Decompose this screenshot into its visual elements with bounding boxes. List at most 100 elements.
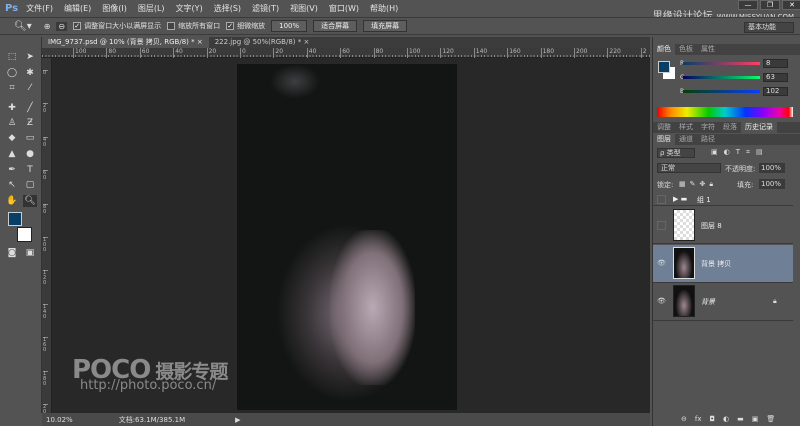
- tab-img-9737[interactable]: IMG_9737.psd @ 10% (背景 拷贝, RGB/8) * ×: [42, 37, 209, 48]
- layer-row-8[interactable]: 图层 8: [653, 207, 793, 244]
- foreground-color-swatch[interactable]: [8, 212, 22, 226]
- menu-layer[interactable]: 图层(L): [138, 3, 165, 14]
- blend-mode-select[interactable]: 正常: [657, 163, 721, 173]
- fx-icon[interactable]: fx: [695, 415, 702, 423]
- new-layer-icon[interactable]: ▣: [752, 415, 759, 423]
- ruler-tick-label: 0: [240, 48, 246, 58]
- screen-mode-icon[interactable]: ▣: [23, 247, 37, 259]
- history-brush-icon[interactable]: Ƶ: [23, 117, 37, 129]
- r-value[interactable]: 8: [763, 59, 788, 68]
- tab-close-icon[interactable]: ×: [197, 38, 203, 46]
- b-slider[interactable]: [683, 90, 760, 93]
- status-menu-arrow[interactable]: ▶: [235, 416, 240, 424]
- b-value[interactable]: 102: [763, 87, 788, 96]
- menu-edit[interactable]: 编辑(E): [64, 3, 91, 14]
- lasso-tool-icon[interactable]: ◯: [5, 67, 19, 79]
- tab-character[interactable]: 字符: [697, 122, 719, 133]
- eyedropper-icon[interactable]: ⁄: [23, 82, 37, 94]
- zoom-level[interactable]: 10.02%: [46, 416, 73, 424]
- tab-channels[interactable]: 通道: [675, 134, 697, 145]
- type-tool-icon[interactable]: T: [23, 164, 37, 176]
- opacity-input[interactable]: 100%: [759, 163, 785, 173]
- ruler-tick-label: 0: [43, 70, 48, 76]
- quick-mask-icon[interactable]: ◙: [5, 247, 19, 259]
- link-icon[interactable]: ⊖: [681, 415, 687, 423]
- scrubby-checkbox[interactable]: ✓: [226, 22, 235, 30]
- tab-222-jpg[interactable]: 222.jpg @ 50%(RGB/8) * ×: [209, 37, 316, 48]
- tab-styles[interactable]: 样式: [675, 122, 697, 133]
- tab-paths[interactable]: 路径: [697, 134, 719, 145]
- gradient-tool-icon[interactable]: ▭: [23, 132, 37, 144]
- trash-icon[interactable]: 🗑: [766, 415, 775, 423]
- color-spectrum[interactable]: [657, 107, 793, 117]
- ruler-tick-label: 160: [43, 337, 48, 354]
- healing-brush-icon[interactable]: ✚: [5, 102, 19, 114]
- marquee-tool-icon[interactable]: ⬚: [5, 51, 19, 63]
- background-color-swatch[interactable]: [17, 227, 32, 242]
- ruler-horizontal: 100 80 60 40 20 0 20 40 60 80 100 120 140 160 180 200 22…: [42, 48, 650, 58]
- crop-tool-icon[interactable]: ⌗: [5, 82, 19, 94]
- zoom-all-option[interactable]: 缩放所有窗口: [167, 21, 220, 31]
- fg-swatch[interactable]: [658, 61, 670, 73]
- filter-icons[interactable]: ▣◐T⌗▤: [711, 148, 769, 157]
- menu-image[interactable]: 图像(I): [102, 3, 127, 14]
- blur-tool-icon[interactable]: ▲: [5, 148, 19, 160]
- menu-view[interactable]: 视图(V): [290, 3, 318, 14]
- eraser-tool-icon[interactable]: ◆: [5, 132, 19, 144]
- visibility-toggle[interactable]: [657, 195, 666, 204]
- tab-properties[interactable]: 属性: [697, 44, 719, 55]
- menu-type[interactable]: 文字(Y): [176, 3, 203, 14]
- path-select-icon[interactable]: ↖: [5, 179, 19, 191]
- stamp-tool-icon[interactable]: ♙: [5, 117, 19, 129]
- tab-swatches[interactable]: 色板: [675, 44, 697, 55]
- fill-input[interactable]: 100%: [759, 179, 785, 189]
- eye-icon[interactable]: 👁︎: [657, 297, 666, 306]
- adjustment-icon[interactable]: ◐: [723, 415, 729, 423]
- g-value[interactable]: 63: [763, 73, 788, 82]
- pen-tool-icon[interactable]: ✒: [5, 164, 19, 176]
- ruler-tick-label: 20: [43, 103, 48, 115]
- fit-screen-button[interactable]: 适合屏幕: [313, 20, 358, 32]
- folder-icon: ▶ ▬: [673, 195, 688, 203]
- ruler-tick-label: 100: [407, 48, 420, 58]
- zoom-tool-icon[interactable]: 🔍︎: [23, 195, 37, 207]
- actual-pixels-button[interactable]: 100%: [271, 20, 308, 32]
- fill-screen-button[interactable]: 填充屏幕: [363, 20, 408, 32]
- magnifier-icon[interactable]: 🔍︎▾: [14, 21, 32, 32]
- eye-icon[interactable]: 👁︎: [657, 259, 666, 268]
- shape-tool-icon[interactable]: ▢: [23, 179, 37, 191]
- menu-window[interactable]: 窗口(W): [329, 3, 359, 14]
- resize-checkbox[interactable]: ✓: [73, 22, 82, 30]
- magic-wand-icon[interactable]: ✱: [23, 67, 37, 79]
- menu-file[interactable]: 文件(F): [26, 3, 53, 14]
- menu-select[interactable]: 选择(S): [214, 3, 241, 14]
- mask-icon[interactable]: ◘: [709, 415, 715, 423]
- resize-windows-option[interactable]: ✓ 调整窗口大小以满屏显示: [73, 21, 161, 31]
- menu-help[interactable]: 帮助(H): [370, 3, 398, 14]
- menu-filter[interactable]: 滤镜(T): [252, 3, 279, 14]
- tab-paragraph[interactable]: 段落: [719, 122, 741, 133]
- tab-adjustments[interactable]: 调整: [653, 122, 675, 133]
- brush-tool-icon[interactable]: ╱: [23, 102, 37, 114]
- tab-history[interactable]: 历史记录: [741, 122, 777, 133]
- tab-layers[interactable]: 图层: [653, 134, 675, 145]
- tab-color[interactable]: 颜色: [653, 44, 675, 55]
- layer-row-bg-copy[interactable]: 👁︎ 背景 拷贝: [653, 245, 793, 283]
- zoom-out-icon[interactable]: ⊖: [56, 21, 68, 31]
- layer-row-group[interactable]: ▶ ▬ 组 1: [653, 193, 793, 206]
- zoom-all-checkbox[interactable]: [167, 22, 176, 30]
- r-slider[interactable]: [683, 62, 760, 65]
- zoom-in-icon[interactable]: ⊕: [44, 22, 51, 31]
- visibility-toggle[interactable]: [657, 221, 666, 230]
- layer-row-background[interactable]: 👁︎ 背景 🔒︎: [653, 283, 793, 321]
- layer-filter-select[interactable]: ρ 类型: [657, 148, 695, 158]
- lock-icons[interactable]: ▦✎✥🔒︎: [679, 180, 717, 189]
- scrubby-option[interactable]: ✓ 细微缩放: [226, 21, 265, 31]
- tab-close-icon[interactable]: ×: [303, 38, 309, 46]
- move-tool-icon[interactable]: ➤: [23, 51, 37, 63]
- g-slider[interactable]: [683, 76, 760, 79]
- folder-icon[interactable]: ▬: [737, 415, 744, 423]
- workspace-select[interactable]: 基本功能: [744, 22, 794, 33]
- hand-tool-icon[interactable]: ✋: [5, 195, 19, 207]
- dodge-tool-icon[interactable]: ●: [23, 148, 37, 160]
